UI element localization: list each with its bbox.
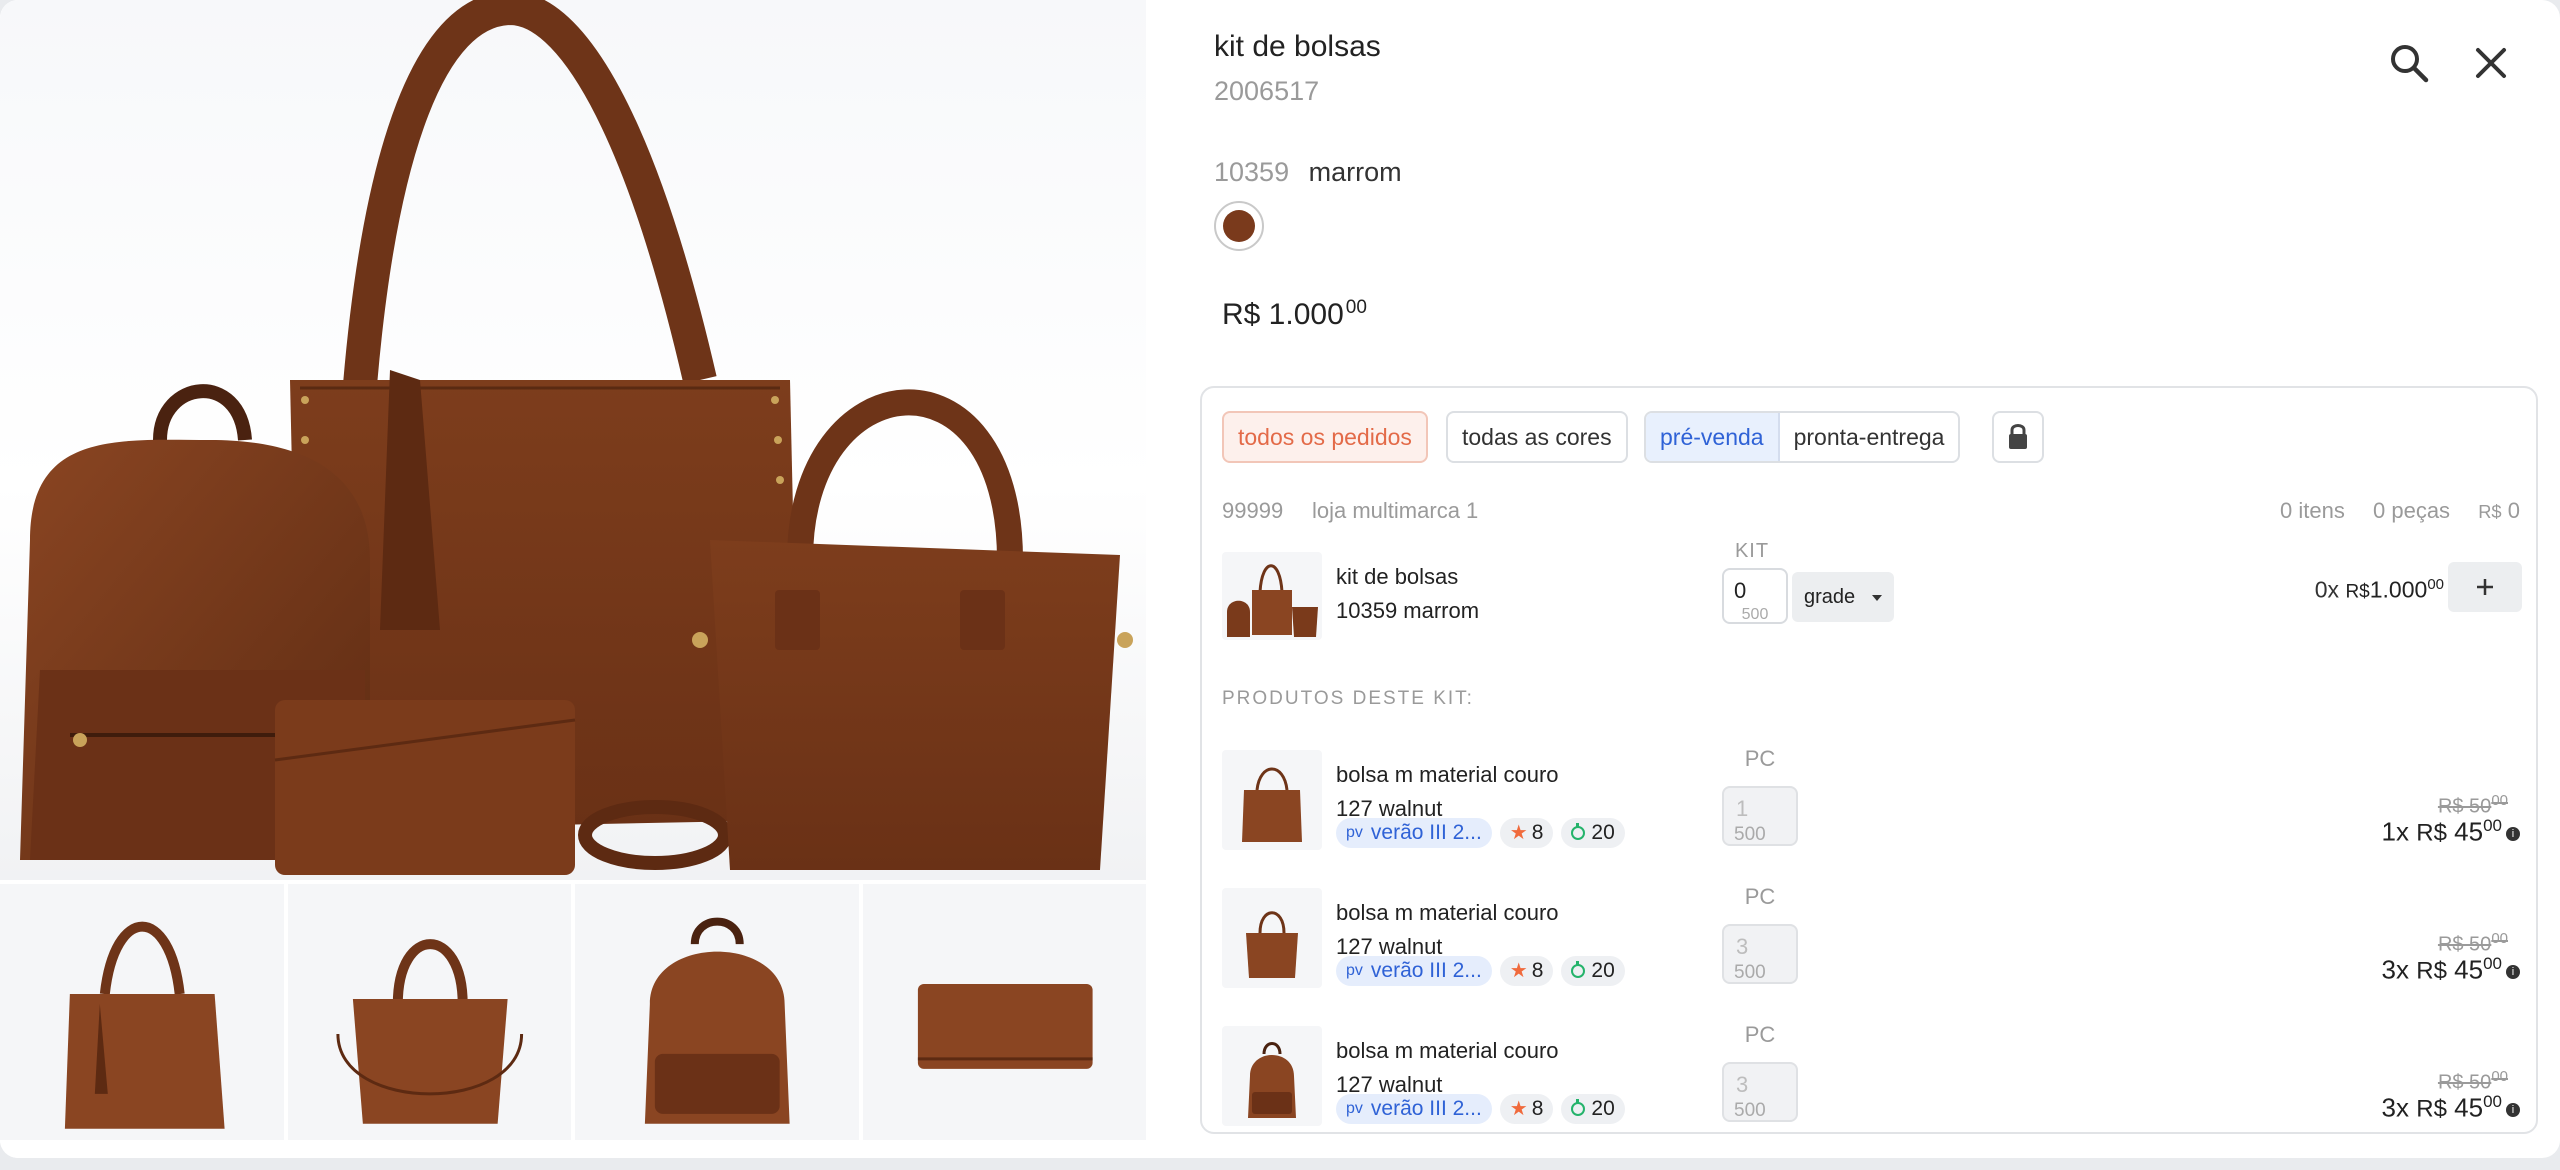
product-gallery bbox=[0, 0, 1146, 1158]
product-tags: pv verão III 2... ★ 8 20 bbox=[1336, 956, 1625, 988]
chevron-down-icon bbox=[1872, 595, 1882, 601]
filter-all-colors[interactable]: todas as cores bbox=[1446, 411, 1628, 463]
color-info: 10359 marrom bbox=[1214, 157, 1402, 188]
star-icon: ★ bbox=[1509, 1098, 1528, 1120]
product-thumbnail bbox=[1222, 750, 1322, 850]
color-swatch-marrom[interactable] bbox=[1214, 201, 1264, 251]
product-price: R$ 1.000 00 bbox=[1222, 297, 1367, 331]
original-price: R$ 5000 bbox=[2437, 930, 2508, 956]
product-thumbnail bbox=[1222, 1026, 1322, 1126]
kit-quantity-value: 0 bbox=[1734, 578, 1747, 603]
lock-button[interactable] bbox=[1992, 411, 2044, 463]
info-icon[interactable]: i bbox=[2506, 964, 2520, 979]
thumbnail-backpack[interactable] bbox=[575, 884, 859, 1140]
quantity-field: 1 500 bbox=[1722, 786, 1798, 846]
kit-quantity-max: 500 bbox=[1741, 606, 1769, 623]
product-thumbnail bbox=[1222, 888, 1322, 988]
star-icon: ★ bbox=[1509, 822, 1528, 844]
cycle-tag: 20 bbox=[1561, 1094, 1625, 1124]
quantity-field: 3 500 bbox=[1722, 924, 1798, 984]
store-id: 99999 bbox=[1222, 498, 1284, 523]
lock-icon bbox=[2009, 424, 2027, 449]
collection-tag: pv verão III 2... bbox=[1336, 818, 1492, 848]
unit-label: PC bbox=[1744, 884, 1776, 909]
product-name: bolsa m material couro bbox=[1336, 762, 1559, 787]
kit-quantity-input[interactable]: 0 500 bbox=[1722, 568, 1788, 624]
product-name: bolsa m material couro bbox=[1336, 900, 1559, 925]
main-product-photo[interactable] bbox=[0, 0, 1146, 880]
kit-row: kit de bolsas 10359 marrom KIT 0 500 gra… bbox=[1222, 540, 2540, 642]
rating-tag: ★ 8 bbox=[1499, 818, 1554, 848]
cycle-icon bbox=[1571, 823, 1586, 840]
close-button[interactable] bbox=[2468, 40, 2514, 86]
original-price: R$ 5000 bbox=[2437, 792, 2508, 818]
quantity-field: 3 500 bbox=[1722, 1062, 1798, 1122]
unit-label: PC bbox=[1744, 1022, 1776, 1047]
product-price: 3x R$ 4500 i bbox=[2382, 1092, 2520, 1124]
cycle-tag: 20 bbox=[1561, 818, 1625, 848]
rating-tag: ★ 8 bbox=[1499, 1094, 1554, 1124]
color-name: marrom bbox=[1308, 157, 1402, 187]
rating-tag: ★ 8 bbox=[1499, 956, 1554, 986]
kit-color: 10359 marrom bbox=[1336, 598, 1480, 623]
original-price: R$ 5000 bbox=[2437, 1068, 2508, 1094]
product-price: 1x R$ 4500 i bbox=[2382, 816, 2520, 848]
thumbnail-handbag[interactable] bbox=[287, 884, 571, 1140]
info-icon[interactable]: i bbox=[2506, 1102, 2520, 1117]
order-card: todos os pedidos todas as cores pré-vend… bbox=[1200, 386, 2538, 1134]
sale-type-toggle: pré-venda pronta-entrega bbox=[1644, 411, 1961, 463]
product-price: 3x R$ 4500 i bbox=[2382, 954, 2520, 986]
star-icon: ★ bbox=[1509, 960, 1528, 982]
unit-label: PC bbox=[1744, 746, 1776, 771]
cycle-tag: 20 bbox=[1561, 956, 1625, 986]
product-tags: pv verão III 2... ★ 8 20 bbox=[1336, 1094, 1625, 1126]
store-total: R$ 0 bbox=[2478, 498, 2520, 523]
kit-product-row: bolsa m material couro 127 walnut pv verã… bbox=[1222, 884, 2540, 988]
search-icon bbox=[2391, 45, 2429, 83]
product-modal: kit de bolsas 2006517 10359 marrom R$ 1.… bbox=[0, 0, 2560, 1158]
product-name: bolsa m material couro bbox=[1336, 1038, 1559, 1063]
kit-qty-label: KIT bbox=[1734, 540, 1770, 562]
grade-dropdown[interactable]: grade bbox=[1792, 572, 1894, 622]
info-icon[interactable]: i bbox=[2506, 826, 2520, 841]
close-icon bbox=[2476, 48, 2506, 78]
kit-products-title: PRODUTOS DESTE KIT: bbox=[1222, 688, 1474, 709]
thumbnail-strip bbox=[0, 884, 1146, 1140]
thumbnail-wallet[interactable] bbox=[862, 884, 1146, 1140]
store-name: loja multimarca 1 bbox=[1312, 498, 1479, 523]
filter-all-orders[interactable]: todos os pedidos bbox=[1222, 411, 1428, 463]
store-items-count: 0 itens bbox=[2280, 498, 2345, 523]
kit-product-row: bolsa m material couro 127 walnut pv verã… bbox=[1222, 746, 2540, 850]
kit-product-row: bolsa m material couro 127 walnut pv verã… bbox=[1222, 1022, 2540, 1126]
plus-icon bbox=[2477, 579, 2493, 595]
product-name: kit de bolsas bbox=[1214, 30, 1381, 63]
add-kit-button[interactable] bbox=[2448, 562, 2522, 612]
cycle-icon bbox=[1571, 961, 1586, 978]
cycle-icon bbox=[1571, 1099, 1586, 1116]
collection-tag: pv verão III 2... bbox=[1336, 1094, 1492, 1124]
kit-thumbnail bbox=[1222, 552, 1322, 640]
toggle-pre-sale[interactable]: pré-venda bbox=[1646, 413, 1780, 461]
color-code: 10359 bbox=[1214, 157, 1290, 187]
store-pieces-count: 0 peças bbox=[2373, 498, 2451, 523]
thumbnail-tote[interactable] bbox=[0, 884, 284, 1140]
search-button[interactable] bbox=[2386, 40, 2432, 86]
collection-tag: pv verão III 2... bbox=[1336, 956, 1492, 986]
product-code: 2006517 bbox=[1214, 76, 1320, 106]
kit-name: kit de bolsas bbox=[1336, 564, 1459, 589]
toggle-ready-delivery[interactable]: pronta-entrega bbox=[1780, 413, 1959, 461]
kit-total: 0x R$1.00000 bbox=[2314, 576, 2444, 603]
color-swatch-fill bbox=[1223, 210, 1255, 242]
store-summary: 0 itens 0 peças R$ 0 bbox=[2258, 498, 2520, 524]
product-detail-pane: kit de bolsas 2006517 10359 marrom R$ 1.… bbox=[1146, 0, 2560, 1158]
product-tags: pv verão III 2... ★ 8 20 bbox=[1336, 818, 1625, 850]
